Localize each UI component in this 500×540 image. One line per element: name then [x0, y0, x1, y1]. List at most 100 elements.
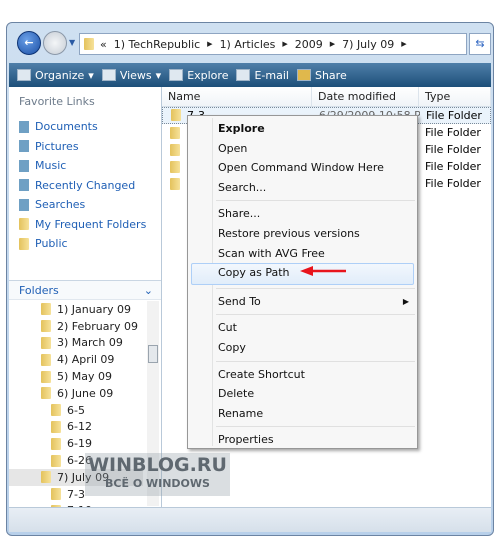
- tree-item-label: 1) January 09: [57, 302, 131, 316]
- favorite-link[interactable]: Public: [9, 234, 161, 254]
- menu-item-open[interactable]: Open: [188, 139, 417, 159]
- breadcrumb-item[interactable]: 2009: [295, 38, 323, 51]
- breadcrumb-arrow-icon[interactable]: ▶: [282, 40, 287, 48]
- menu-item-label: Copy as Path: [218, 266, 290, 280]
- menu-item-restore-previous-versions[interactable]: Restore previous versions: [188, 224, 417, 244]
- favorite-link[interactable]: My Frequent Folders: [9, 215, 161, 235]
- organize-label: Organize: [35, 68, 85, 82]
- folder-icon: [170, 126, 180, 139]
- red-arrow-annotation: [300, 266, 346, 276]
- organize-button[interactable]: Organize ▾: [17, 69, 94, 82]
- favorite-link[interactable]: Recently Changed: [9, 176, 161, 196]
- breadcrumb-arrow-icon[interactable]: ▶: [207, 40, 212, 48]
- file-type: File Folder: [425, 177, 481, 190]
- menu-item-label: Open Command Window Here: [218, 161, 384, 175]
- email-icon: [236, 69, 251, 81]
- menu-item-label: Delete: [218, 387, 255, 401]
- tree-item[interactable]: 6-19: [9, 435, 143, 452]
- menu-item-rename[interactable]: Rename: [188, 404, 417, 424]
- folder-icon: [51, 488, 61, 501]
- explore-button[interactable]: Explore: [169, 69, 228, 82]
- menu-item-create-shortcut[interactable]: Create Shortcut: [188, 365, 417, 385]
- organize-icon: [17, 69, 31, 81]
- tree-item-label: 4) April 09: [57, 353, 115, 367]
- file-type: File Folder: [425, 160, 481, 173]
- email-button[interactable]: E-mail: [236, 69, 289, 82]
- watermark: WINBLOG.RU ВСЁ О WINDOWS: [85, 453, 230, 496]
- menu-item-label: Create Shortcut: [218, 367, 305, 381]
- back-button[interactable]: ←: [17, 31, 41, 55]
- tree-item[interactable]: 4) April 09: [9, 351, 143, 368]
- menu-item-label: Copy: [218, 340, 246, 354]
- watermark-line2: ВСЁ О WINDOWS: [105, 477, 210, 490]
- menu-item-open-command-window-here[interactable]: Open Command Window Here: [188, 158, 417, 178]
- folder-icon: [41, 370, 51, 383]
- views-button[interactable]: Views ▾: [101, 68, 161, 82]
- tree-item[interactable]: 3) March 09: [9, 335, 143, 352]
- tree-item[interactable]: 6) June 09: [9, 385, 143, 402]
- column-date-modified[interactable]: Date modified: [312, 87, 419, 106]
- tree-item-label: 7-3: [67, 487, 85, 501]
- recent-pages-dropdown[interactable]: ▼: [69, 38, 75, 47]
- folders-header[interactable]: Folders ⌄: [9, 280, 161, 300]
- favorite-link[interactable]: Music: [9, 156, 161, 176]
- tree-item-label: 5) May 09: [57, 370, 113, 384]
- tree-item[interactable]: 6-5: [9, 402, 143, 419]
- breadcrumb-item[interactable]: 1) Articles: [220, 38, 276, 51]
- link-icon: [19, 198, 29, 211]
- menu-item-delete[interactable]: Delete: [188, 384, 417, 404]
- menu-item-search[interactable]: Search...: [188, 178, 417, 198]
- menu-item-share[interactable]: Share...: [188, 204, 417, 224]
- tree-item[interactable]: 6-12: [9, 419, 143, 436]
- refresh-button[interactable]: ⇆: [469, 33, 491, 55]
- folders-title: Folders: [19, 284, 59, 297]
- views-label: Views: [119, 68, 152, 82]
- breadcrumb-item[interactable]: 7) July 09: [342, 38, 394, 51]
- folder-icon: [51, 454, 61, 467]
- email-label: E-mail: [254, 68, 289, 82]
- column-name[interactable]: Name: [162, 87, 312, 106]
- address-bar[interactable]: « 1) TechRepublic ▶ 1) Articles ▶ 2009 ▶ 7) Jul…: [79, 33, 467, 55]
- favorite-link[interactable]: Searches: [9, 195, 161, 215]
- menu-item-scan-with-avg-free[interactable]: Scan with AVG Free: [188, 244, 417, 264]
- menu-item-label: Open: [218, 141, 248, 155]
- navigation-pane: Favorite Links Documents Pictures Music Rec…: [9, 87, 162, 517]
- favorite-link[interactable]: Pictures: [9, 137, 161, 157]
- forward-button[interactable]: [43, 31, 67, 55]
- column-type[interactable]: Type: [419, 87, 491, 106]
- menu-item-send-to[interactable]: Send To ▶: [188, 292, 417, 312]
- breadcrumb-arrow-icon[interactable]: ▶: [401, 40, 406, 48]
- menu-item-properties[interactable]: Properties: [188, 430, 417, 450]
- menu-item-label: Properties: [218, 433, 274, 447]
- folder-icon: [41, 336, 51, 349]
- favorite-link-label: Pictures: [35, 139, 79, 153]
- command-bar: Organize ▾ Views ▾ Explore E-mail Share: [9, 63, 491, 87]
- menu-item-cut[interactable]: Cut: [188, 318, 417, 338]
- explore-icon: [169, 69, 184, 81]
- tree-item[interactable]: 2) February 09: [9, 318, 143, 335]
- favorite-link-label: Recently Changed: [35, 178, 136, 192]
- menu-separator: [216, 314, 415, 316]
- tree-item-label: 6) June 09: [57, 386, 114, 400]
- breadcrumb-arrow-icon[interactable]: ▶: [330, 40, 335, 48]
- context-menu: Explore Open Open Command Window Here Searc…: [187, 115, 418, 449]
- watermark-line1: WINBLOG.RU: [88, 454, 227, 476]
- favorite-link[interactable]: Documents: [9, 117, 161, 137]
- breadcrumb-item[interactable]: «: [100, 38, 107, 51]
- menu-item-copy[interactable]: Copy: [188, 338, 417, 358]
- menu-item-label: Search...: [218, 180, 267, 194]
- menu-item-explore[interactable]: Explore: [188, 119, 417, 139]
- folder-icon: [51, 437, 61, 450]
- menu-item-label: Restore previous versions: [218, 226, 360, 240]
- menu-item-label: Scan with AVG Free: [218, 246, 325, 260]
- tree-item[interactable]: 1) January 09: [9, 301, 143, 318]
- share-button[interactable]: Share: [296, 69, 347, 82]
- tree-item[interactable]: 5) May 09: [9, 368, 143, 385]
- folder-icon: [41, 353, 51, 366]
- menu-item-label: Send To: [218, 294, 261, 308]
- menu-separator: [216, 287, 415, 289]
- favorite-link-label: Searches: [35, 198, 86, 212]
- breadcrumb-item[interactable]: 1) TechRepublic: [114, 38, 200, 51]
- folder-icon: [41, 320, 51, 333]
- scrollbar-thumb[interactable]: [148, 345, 158, 363]
